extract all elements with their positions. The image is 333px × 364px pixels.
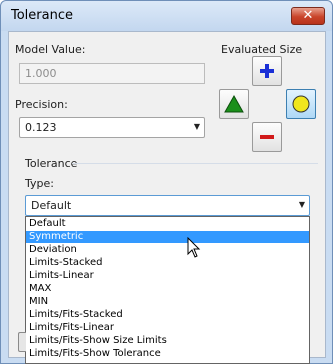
triangle-icon	[224, 94, 244, 113]
option-limits-stacked[interactable]: Limits-Stacked	[26, 257, 309, 269]
option-limits-fits-show-size-limits[interactable]: Limits/Fits-Show Size Limits	[26, 335, 309, 347]
option-symmetric[interactable]: Symmetric	[26, 231, 309, 243]
type-select[interactable]: Default ▼	[25, 195, 310, 216]
dialog-body: Model Value: 1.000 Precision: 0.123 ▼ Ev…	[8, 31, 326, 364]
partially-hidden-button[interactable]	[18, 332, 26, 352]
option-limits-fits-stacked[interactable]: Limits/Fits-Stacked	[26, 309, 309, 321]
lower-size-button[interactable]	[252, 122, 282, 152]
precision-value: 0.123	[25, 121, 57, 134]
chevron-down-icon: ▼	[298, 200, 305, 209]
precision-label: Precision:	[15, 98, 68, 111]
evaluated-size-label: Evaluated Size	[221, 43, 303, 56]
close-button[interactable]: ✕	[291, 7, 325, 25]
option-limits-fits-show-tolerance[interactable]: Limits/Fits-Show Tolerance	[26, 348, 309, 360]
plus-icon	[260, 64, 274, 78]
type-value: Default	[31, 199, 72, 212]
option-default[interactable]: Default	[26, 218, 309, 230]
dialog-title: Tolerance	[11, 8, 73, 23]
tolerance-dialog: Tolerance ✕ Model Value: 1.000 Precision…	[0, 0, 333, 364]
circle-icon	[292, 95, 310, 113]
option-limits-fits-linear[interactable]: Limits/Fits-Linear	[26, 322, 309, 334]
option-min[interactable]: MIN	[26, 296, 309, 308]
option-max[interactable]: MAX	[26, 283, 309, 295]
precision-select[interactable]: 0.123 ▼	[19, 117, 205, 138]
option-deviation[interactable]: Deviation	[26, 244, 309, 256]
upper-size-button[interactable]	[252, 56, 282, 86]
type-dropdown-list: Default Symmetric Deviation Limits-Stack…	[25, 216, 310, 364]
mouse-cursor-icon	[187, 237, 201, 258]
tolerance-group-label: Tolerance	[25, 157, 78, 170]
max-size-button[interactable]	[219, 89, 249, 119]
type-label: Type:	[25, 177, 54, 190]
group-divider	[72, 163, 318, 164]
option-limits-linear[interactable]: Limits-Linear	[26, 270, 309, 282]
model-value-label: Model Value:	[15, 43, 86, 56]
nominal-size-button[interactable]	[286, 89, 316, 119]
model-value-field: 1.000	[19, 63, 205, 84]
minus-icon	[260, 135, 274, 139]
evaluated-size-panel	[216, 56, 320, 154]
chevron-down-icon: ▼	[193, 122, 200, 131]
title-bar[interactable]: Tolerance ✕	[1, 1, 332, 31]
